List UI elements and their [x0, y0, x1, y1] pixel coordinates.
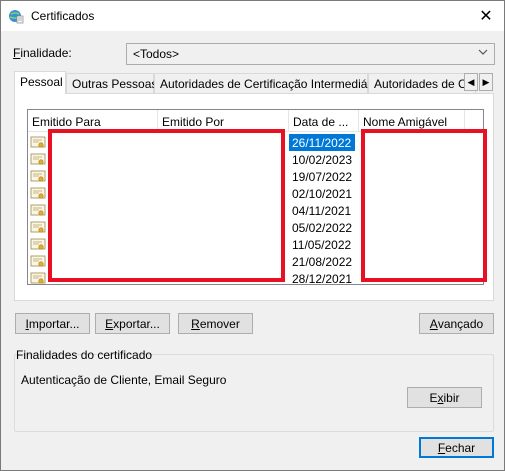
tab-strip: Pessoal Outras Pessoas Autoridades de Ce…	[14, 71, 494, 94]
view-button[interactable]: Ex ibir	[407, 387, 482, 408]
column-label: Emitido Para	[32, 115, 101, 129]
cert-date: 26/11/2022	[289, 134, 355, 151]
close-icon: ✕	[479, 8, 493, 25]
button-label: emover	[199, 316, 240, 331]
arrow-left-icon: ◀	[467, 76, 475, 87]
redaction-box-right	[361, 129, 487, 282]
title-bar: Certificados ✕	[1, 1, 504, 31]
cert-date: 02/10/2021	[292, 187, 353, 201]
tab-label: Autoridades de Ce	[374, 77, 474, 91]
button-label: xportar...	[113, 316, 160, 331]
tab-scroll-right-button[interactable]: ▶	[479, 73, 493, 91]
tab-label: Autoridades de Certificação Intermediári…	[160, 77, 387, 91]
certificate-icon	[30, 255, 46, 267]
certificate-icon	[30, 238, 46, 250]
redaction-box-left	[48, 129, 285, 282]
certificate-icon	[30, 272, 46, 284]
certificates-dialog: Certificados ✕ Finalidade: <Todos> Pesso…	[0, 0, 505, 471]
chevron-down-icon	[478, 47, 488, 60]
purpose-select[interactable]: <Todos>	[126, 43, 495, 65]
remove-button[interactable]: Remover	[178, 313, 253, 334]
window-title: Certificados	[31, 9, 95, 23]
tab-outras-pessoas[interactable]: Outras Pessoas	[66, 73, 158, 93]
tab-autoridades-intermediarias[interactable]: Autoridades de Certificação Intermediári…	[154, 73, 387, 93]
import-button[interactable]: Importar...	[15, 313, 90, 334]
button-label: echar	[445, 440, 476, 455]
certificate-icon	[30, 136, 46, 148]
arrow-right-icon: ▶	[482, 76, 490, 87]
purposes-text: Autenticação de Cliente, Email Seguro	[21, 373, 227, 387]
cert-date: 05/02/2022	[292, 221, 353, 235]
button-label: ibir	[443, 390, 460, 405]
purpose-label-rest: inalidade:	[20, 46, 72, 60]
certificate-icon	[30, 221, 46, 233]
cert-date: 28/12/2021	[292, 272, 353, 285]
tab-autoridades-raiz[interactable]: Autoridades de Ce	[368, 73, 476, 93]
certificate-icon	[30, 204, 46, 216]
column-label: Emitido Por	[162, 115, 225, 129]
close-button[interactable]: Fechar	[419, 437, 494, 458]
button-key: E	[105, 316, 114, 331]
tab-pessoal[interactable]: Pessoal	[14, 71, 66, 94]
certificate-icon	[30, 187, 46, 199]
purpose-label: Finalidade:	[13, 46, 72, 60]
button-key: A	[429, 316, 438, 331]
tab-scroll-left-button[interactable]: ◀	[464, 73, 478, 91]
cert-date: 04/11/2021	[292, 204, 352, 218]
cert-date: 10/02/2023	[292, 153, 353, 167]
column-header-data[interactable]: Data de ...	[289, 110, 359, 132]
tab-label: Outras Pessoas	[72, 77, 158, 91]
button-label: vançado	[437, 316, 484, 331]
export-button[interactable]: Exportar...	[95, 313, 170, 334]
certificate-icon	[30, 153, 46, 165]
button-label: mportar...	[28, 316, 80, 331]
close-window-button[interactable]: ✕	[468, 1, 504, 31]
purpose-select-value: <Todos>	[133, 47, 180, 61]
certificate-icon	[30, 170, 46, 182]
button-key: R	[191, 316, 200, 331]
tab-label: Pessoal	[20, 75, 63, 89]
column-label: Nome Amigável	[363, 115, 448, 129]
cert-date: 21/08/2022	[292, 255, 353, 269]
cert-date: 19/07/2022	[292, 170, 353, 184]
button-label: E	[429, 390, 438, 405]
certificate-globe-icon	[9, 10, 24, 24]
purposes-group-title: Finalidades do certificado	[16, 348, 153, 362]
cert-date: 11/05/2022	[292, 238, 352, 252]
column-label: Data de ...	[293, 115, 349, 129]
button-key: F	[437, 440, 446, 455]
advanced-button[interactable]: Avançado	[419, 313, 494, 334]
